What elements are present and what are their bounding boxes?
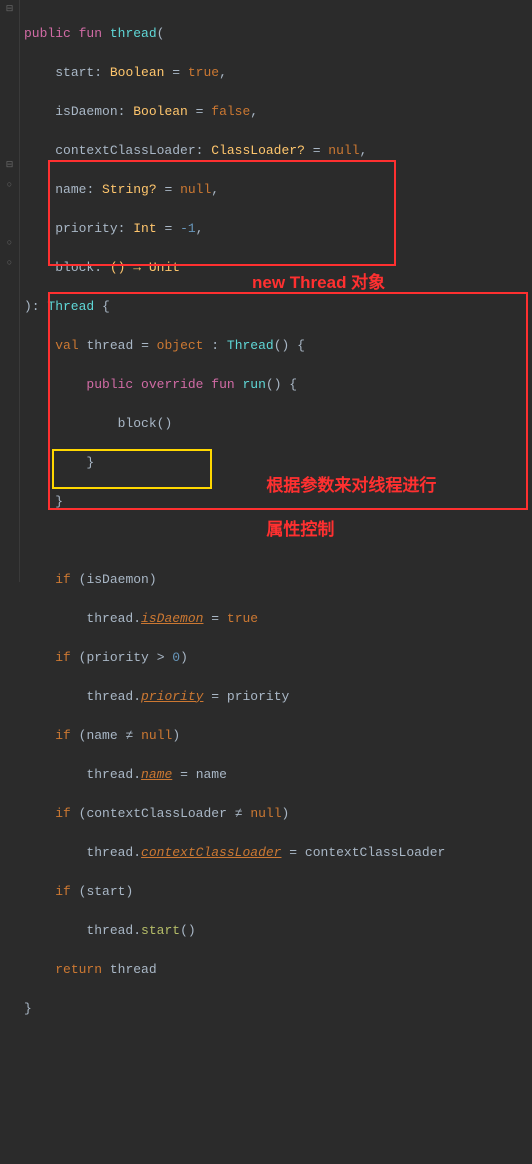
ret-val: thread — [110, 962, 157, 977]
bool: false — [211, 104, 250, 119]
bool: true — [188, 65, 219, 80]
prop: isDaemon — [141, 611, 203, 626]
param: name — [55, 182, 86, 197]
highlight-box-2 — [48, 292, 528, 510]
kw-if: if — [55, 806, 71, 821]
kw-if: if — [55, 728, 71, 743]
code-editor: ⊟ ⊟ ○ ○ ○ public fun thread( start: Bool… — [0, 0, 532, 582]
bool: true — [227, 611, 258, 626]
cond: name — [86, 728, 117, 743]
null: null — [141, 728, 172, 743]
fold-icon[interactable]: ○ — [4, 258, 16, 270]
gutter-marker — [4, 24, 16, 36]
kw-val: val — [55, 338, 78, 353]
param: isDaemon — [55, 104, 117, 119]
hint-icon[interactable]: ○ — [4, 180, 16, 192]
fold-icon[interactable]: ⊟ — [4, 160, 16, 172]
null: null — [180, 182, 211, 197]
ident: priority — [86, 650, 148, 665]
fn-run: run — [243, 377, 266, 392]
type: () → Unit — [110, 260, 180, 275]
type: Int — [133, 221, 156, 236]
param: priority — [55, 221, 117, 236]
null: null — [250, 806, 281, 821]
kw-if: if — [55, 650, 71, 665]
ident: thread — [86, 845, 133, 860]
type: ClassLoader? — [211, 143, 305, 158]
null: null — [328, 143, 359, 158]
rhs: contextClassLoader — [305, 845, 445, 860]
kw-public: public — [86, 377, 133, 392]
prop: priority — [141, 689, 203, 704]
call: block — [118, 416, 157, 431]
type: Boolean — [133, 104, 188, 119]
kw-fun: fun — [79, 26, 102, 41]
kw-fun: fun — [211, 377, 234, 392]
ident: thread — [86, 338, 133, 353]
num: -1 — [180, 221, 196, 236]
param: start — [55, 65, 94, 80]
kw-return: return — [55, 962, 102, 977]
prop: name — [141, 767, 172, 782]
cond: contextClassLoader — [86, 806, 226, 821]
num: 0 — [172, 650, 180, 665]
gutter: ⊟ ⊟ ○ ○ ○ — [0, 0, 20, 582]
param: block — [55, 260, 94, 275]
kw-if: if — [55, 884, 71, 899]
cond: isDaemon — [86, 572, 148, 587]
paren: ( — [157, 26, 165, 41]
ident: thread — [86, 611, 133, 626]
ident: thread — [86, 923, 133, 938]
fn-name: thread — [110, 26, 157, 41]
type: String? — [102, 182, 157, 197]
ident: thread — [86, 689, 133, 704]
rhs: priority — [227, 689, 289, 704]
rhs: name — [196, 767, 227, 782]
ident: thread — [86, 767, 133, 782]
type: Boolean — [110, 65, 165, 80]
param: contextClassLoader — [55, 143, 195, 158]
cond: start — [86, 884, 125, 899]
call: start — [141, 923, 180, 938]
kw-if: if — [55, 572, 71, 587]
code-area[interactable]: public fun thread( start: Boolean = true… — [20, 0, 532, 582]
fold-icon[interactable]: ○ — [4, 238, 16, 250]
kw-public: public — [24, 26, 71, 41]
kw-override: override — [141, 377, 203, 392]
kw-object: object — [157, 338, 204, 353]
type: Thread — [227, 338, 274, 353]
highlight-box-1 — [48, 160, 396, 266]
prop: contextClassLoader — [141, 845, 281, 860]
fold-icon[interactable]: ⊟ — [4, 4, 16, 16]
return-type: Thread — [47, 299, 94, 314]
